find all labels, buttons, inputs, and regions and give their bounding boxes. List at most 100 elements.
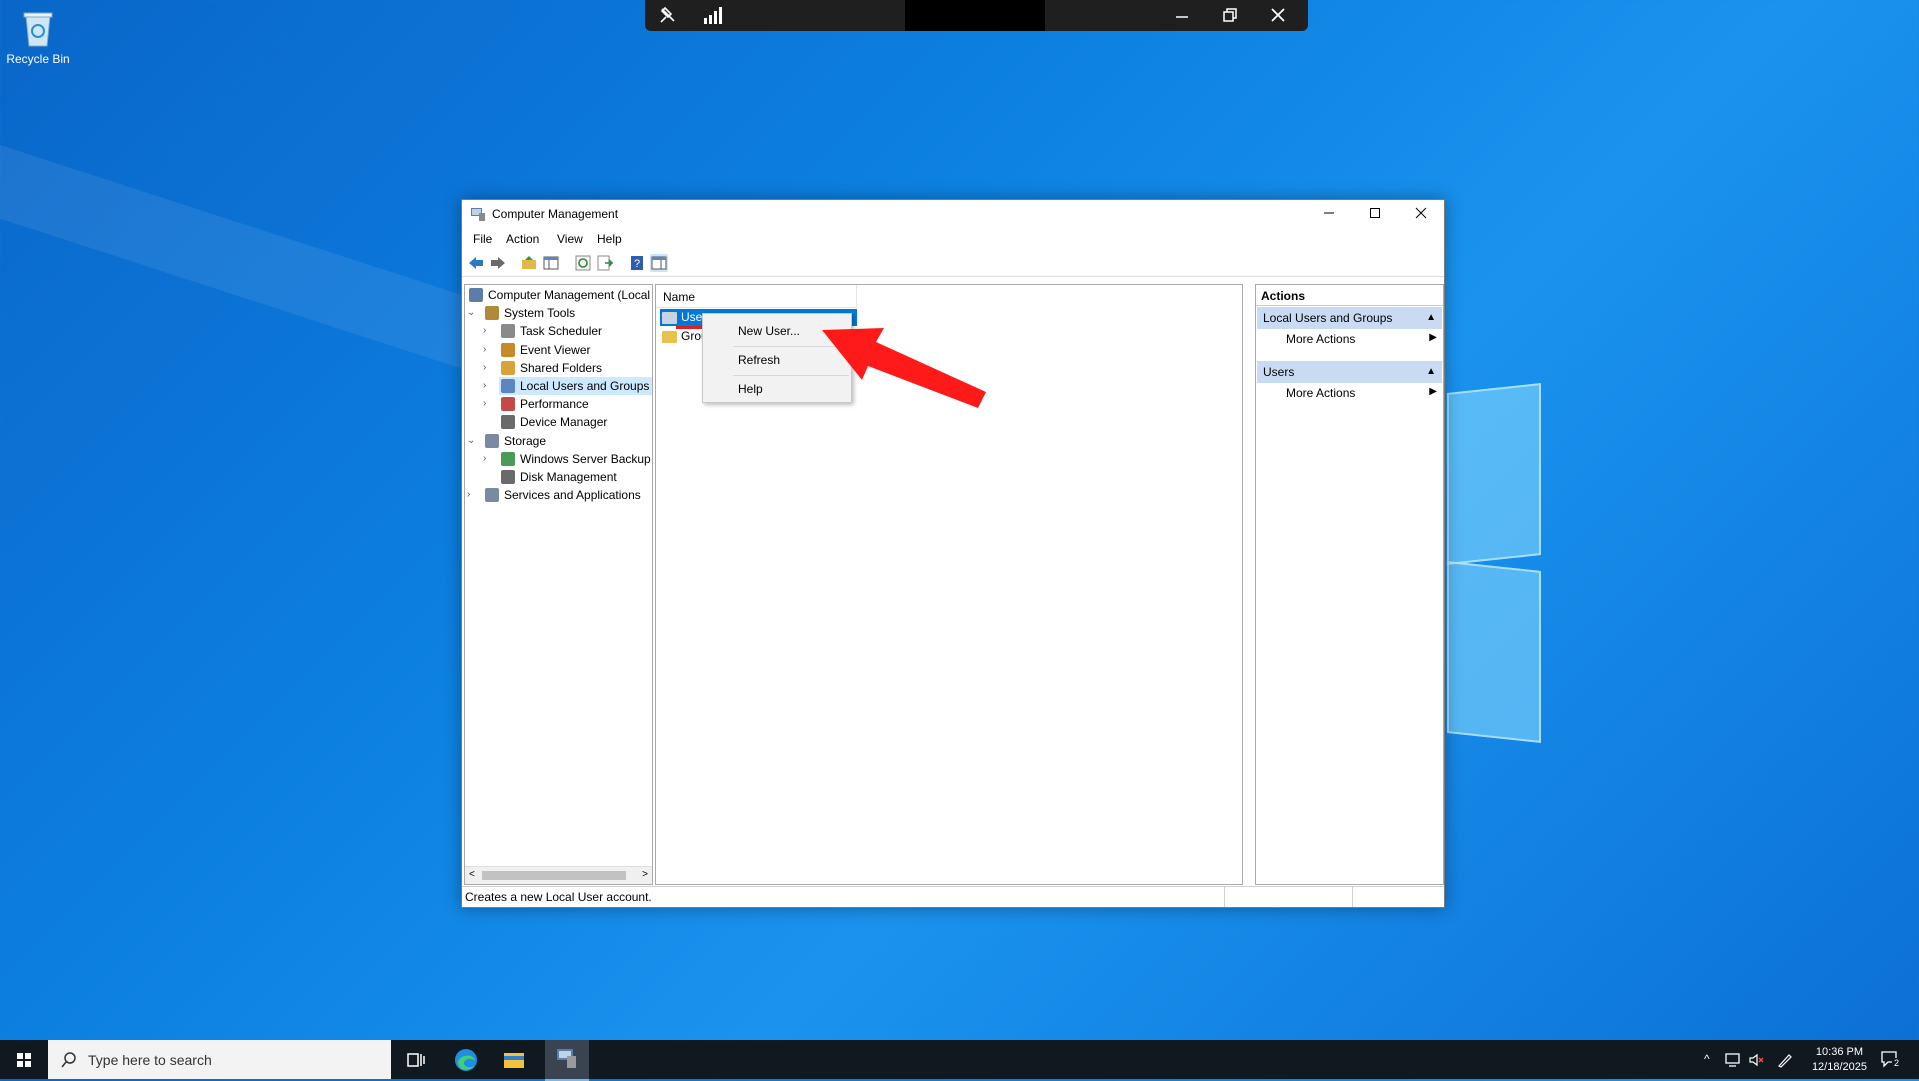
file-explorer-icon[interactable] — [498, 1044, 530, 1076]
show-hidden-icons-chevron-icon[interactable]: ^ — [1704, 1052, 1710, 1066]
forward-arrow-icon[interactable] — [489, 254, 507, 272]
minimize-icon[interactable] — [1171, 5, 1193, 27]
window-minimize-button[interactable] — [1306, 200, 1352, 228]
tree-item-label: Storage — [504, 433, 547, 448]
users-folder-icon — [662, 312, 677, 324]
windows-logo-pane — [1447, 383, 1541, 565]
column-header-name[interactable]: Name — [656, 285, 857, 308]
expand-right-icon[interactable]: › — [467, 486, 477, 504]
tree-item[interactable]: Disk Management — [499, 468, 652, 486]
menu-view[interactable]: View — [557, 232, 583, 246]
tree-node-icon — [501, 451, 515, 466]
edge-browser-icon[interactable] — [450, 1044, 482, 1076]
network-icon[interactable] — [1724, 1052, 1742, 1068]
show-hide-console-tree-icon[interactable] — [542, 254, 560, 272]
collapse-up-icon[interactable]: ▲ — [1426, 366, 1436, 377]
tree-node-icon — [501, 470, 515, 484]
refresh-icon[interactable] — [574, 254, 592, 272]
menu-action[interactable]: Action — [506, 232, 539, 246]
more-actions-local-users[interactable]: More Actions ▶ — [1286, 329, 1437, 349]
actions-section-users[interactable]: Users ▲ — [1257, 361, 1442, 383]
status-text: Creates a new Local User account. — [465, 890, 652, 904]
more-actions-users[interactable]: More Actions ▶ — [1286, 383, 1437, 403]
toolbar: ? — [462, 250, 1444, 277]
help-icon[interactable]: ? — [628, 254, 646, 272]
expand-right-icon[interactable]: › — [483, 377, 493, 395]
tree-item[interactable]: › Task Scheduler — [483, 322, 652, 340]
tree-item-label: Performance — [520, 397, 589, 412]
task-view-icon[interactable] — [400, 1044, 432, 1076]
connection-name-redacted — [905, 0, 1045, 31]
remote-connection-bar — [645, 0, 1308, 31]
tree-node-icon — [469, 288, 483, 302]
expand-right-icon[interactable]: › — [483, 395, 493, 413]
search-icon — [61, 1052, 76, 1068]
menu-help[interactable]: Help — [597, 232, 622, 246]
window-maximize-button[interactable] — [1352, 200, 1398, 228]
console-tree: Computer Management (Local ⌄ System Tools ›… — [464, 284, 653, 885]
window-close-button[interactable] — [1398, 200, 1444, 228]
show-hide-action-pane-icon[interactable] — [650, 254, 668, 272]
menu-bar: File Action View Help — [462, 229, 1444, 249]
tree-horizontal-scrollbar[interactable]: < > — [465, 866, 652, 884]
restore-icon[interactable] — [1219, 5, 1241, 27]
tree-node-icon — [501, 342, 515, 357]
groups-folder-icon — [662, 331, 677, 343]
taskbar-search-box[interactable]: Type here to search — [48, 1040, 391, 1079]
export-list-icon[interactable] — [596, 254, 614, 272]
tree-item[interactable]: Device Manager — [499, 413, 652, 431]
scrollbar-thumb[interactable] — [482, 871, 626, 880]
close-icon[interactable] — [1267, 5, 1289, 27]
tree-item[interactable]: › Performance — [483, 395, 652, 413]
clock-time: 10:36 PM — [1815, 1046, 1864, 1058]
expand-down-icon[interactable]: ⌄ — [467, 304, 477, 322]
computer-management-window: Computer Management File Action View Hel… — [461, 199, 1445, 908]
tree-item[interactable]: ⌄ Storage — [467, 432, 652, 450]
volume-muted-icon[interactable] — [1748, 1052, 1766, 1068]
connection-signal-icon[interactable] — [703, 5, 725, 27]
tree-item[interactable]: › Services and Applications — [467, 486, 652, 504]
windows-logo-pane — [1447, 561, 1541, 743]
expand-right-icon[interactable]: › — [483, 450, 493, 468]
title-bar[interactable]: Computer Management — [462, 200, 1444, 228]
up-folder-icon[interactable] — [520, 254, 538, 272]
tree-node-icon — [501, 360, 515, 375]
status-segment — [1224, 887, 1225, 907]
tree-item[interactable]: › Windows Server Backup — [483, 450, 652, 468]
search-placeholder: Type here to search — [88, 1052, 212, 1068]
computer-management-taskbar-icon[interactable] — [545, 1040, 589, 1081]
actions-pane: Actions Local Users and Groups ▲ More Ac… — [1255, 284, 1444, 885]
tree-item[interactable]: Computer Management (Local — [467, 286, 652, 304]
tree-item[interactable]: › Local Users and Groups — [483, 377, 652, 395]
unpin-icon[interactable] — [657, 5, 679, 27]
expand-right-icon[interactable]: › — [483, 359, 493, 377]
scroll-right-icon[interactable]: > — [642, 869, 648, 880]
collapse-up-icon[interactable]: ▲ — [1426, 312, 1436, 323]
tree-node-icon — [501, 397, 515, 412]
expand-right-icon[interactable]: › — [483, 322, 493, 340]
actions-section-local-users[interactable]: Local Users and Groups ▲ — [1257, 307, 1442, 329]
scroll-left-icon[interactable]: < — [469, 869, 475, 880]
recycle-bin[interactable]: Recycle Bin — [6, 8, 70, 66]
submenu-arrow-icon: ▶ — [1429, 332, 1437, 343]
expand-down-icon[interactable]: ⌄ — [467, 432, 477, 450]
notification-center-icon[interactable]: 2 — [1880, 1050, 1902, 1068]
status-segment — [1352, 887, 1353, 907]
back-arrow-icon[interactable] — [467, 254, 485, 272]
expand-right-icon[interactable]: › — [483, 341, 493, 359]
tree-item-label: Device Manager — [520, 415, 608, 430]
computer-management-icon — [470, 206, 486, 222]
tree-item-label: Shared Folders — [520, 360, 603, 375]
tree-item[interactable]: › Shared Folders — [483, 359, 652, 377]
clock-date: 12/18/2025 — [1811, 1061, 1867, 1073]
tree-item-label: Task Scheduler — [520, 324, 603, 339]
pen-workspace-icon[interactable] — [1776, 1051, 1794, 1069]
taskbar-clock[interactable]: 10:36 PM 12/18/2025 — [1812, 1045, 1867, 1075]
notification-count-badge: 2 — [1892, 1058, 1902, 1068]
tree-item[interactable]: ⌄ System Tools — [467, 304, 652, 322]
start-windows-icon[interactable] — [8, 1044, 40, 1076]
menu-file[interactable]: File — [473, 232, 492, 246]
tree-item[interactable]: › Event Viewer — [483, 341, 652, 359]
tree-item-label: Event Viewer — [520, 342, 591, 357]
tree-node-icon — [501, 415, 515, 430]
